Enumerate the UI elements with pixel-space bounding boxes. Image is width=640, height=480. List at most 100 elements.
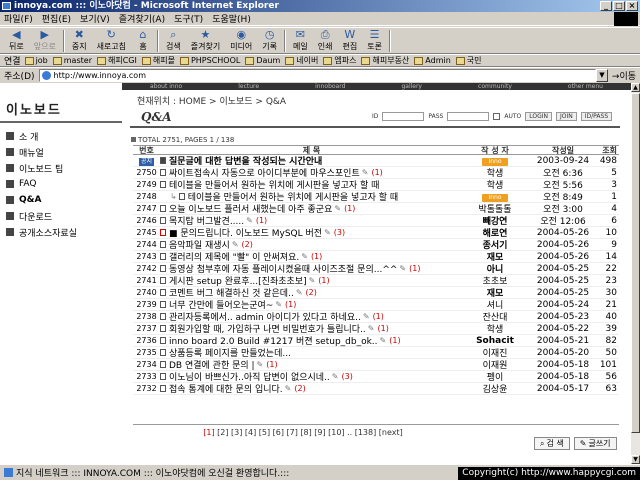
menu-item-4[interactable]: 도구(T) — [174, 12, 203, 25]
toolbar-label: 즐겨찾기 — [190, 42, 221, 51]
topnav-item-4[interactable]: community — [478, 83, 512, 90]
scroll-down-button[interactable]: ▼ — [631, 455, 640, 464]
copyright-overlay: Copyright(c) http://www.happycgi.com — [458, 467, 640, 480]
toolbar-button-3[interactable]: ↻ 새로고침 — [92, 28, 131, 53]
sidebar-item-0[interactable]: 소 개 — [6, 129, 120, 143]
close-button[interactable]: × — [626, 1, 638, 11]
link-page-icon — [245, 56, 255, 65]
comment-count: (2) — [241, 240, 253, 249]
table-row[interactable]: 2732 접속 통계에 대한 문의 입니다. ✎ (2) 김상윤 2004-05-17 63 — [133, 383, 619, 395]
address-input[interactable]: http://www.innoya.com — [38, 68, 596, 82]
window-title: innoya.com ::: 이노야닷컴 - Microsoft Interne… — [14, 1, 279, 11]
go-button[interactable]: →이동 — [612, 69, 636, 82]
row-author[interactable]: Inno — [463, 192, 527, 202]
write-button[interactable]: ✎ 글쓰기 — [573, 437, 617, 450]
topnav-item-3[interactable]: gallery — [401, 83, 422, 90]
row-author[interactable]: 학생 — [463, 178, 527, 191]
toolbar-label: 홈 — [139, 42, 147, 51]
sidebar-item-2[interactable]: 이노보드 팁 — [6, 161, 120, 175]
comment-count: (3) — [333, 228, 346, 237]
toolbar-button-5[interactable]: ⌕ 검색 — [161, 28, 186, 53]
login-button[interactable]: LOGIN — [525, 112, 553, 121]
join-button[interactable]: JOIN — [556, 112, 577, 121]
link-item-7[interactable]: 엠파스 — [323, 55, 356, 66]
sidebar-item-4[interactable]: Q&A — [6, 193, 120, 207]
toolbar-button-1[interactable]: ▶ 앞으로 — [29, 28, 61, 53]
link-item-5[interactable]: Daum — [245, 56, 280, 65]
topnav-item-2[interactable]: innoboard — [315, 83, 345, 90]
row-num: 2739 — [136, 300, 157, 309]
topnav-item-1[interactable]: lecture — [238, 83, 259, 90]
link-page-icon — [323, 56, 333, 65]
row-author[interactable]: Inno — [463, 156, 527, 166]
link-item-3[interactable]: 해피몰 — [141, 55, 175, 66]
menu-item-0[interactable]: 파일(F) — [4, 12, 33, 25]
page-current[interactable]: [1] — [203, 428, 214, 437]
row-title[interactable]: 접속 통계에 대한 문의 입니다. ✎ (2) — [160, 382, 463, 395]
row-author[interactable]: 김상윤 — [463, 382, 527, 395]
link-page-icon — [179, 56, 189, 65]
row-author[interactable]: 학생 — [463, 322, 527, 335]
address-dropdown-button[interactable]: ▼ — [595, 68, 608, 82]
sidebar-item-5[interactable]: 다운로드 — [6, 209, 120, 223]
link-item-0[interactable]: job — [24, 56, 48, 65]
row-num: 2732 — [136, 384, 157, 393]
topnav-item-5[interactable]: other menu — [568, 83, 603, 90]
history-icon: ◷ — [264, 28, 275, 41]
pass-input[interactable] — [447, 112, 490, 121]
link-item-9[interactable]: Admin — [414, 56, 451, 65]
page-title: Q&A — [141, 110, 172, 124]
auto-login-checkbox[interactable] — [493, 113, 501, 120]
toolbar-button-8[interactable]: ◷ 기록 — [257, 28, 282, 53]
toolbar-button-12[interactable]: ☰ 토론 — [362, 28, 387, 53]
toolbar-button-10[interactable]: ⎙ 인쇄 — [313, 28, 338, 53]
topnav-item-0[interactable]: about inno — [150, 83, 182, 90]
comment-icon: ✎ — [361, 168, 369, 177]
row-date: 2004-05-25 — [536, 275, 590, 286]
toolbar-label: 인쇄 — [317, 42, 333, 51]
id-input[interactable] — [382, 112, 425, 121]
menu-item-2[interactable]: 보기(V) — [80, 12, 110, 25]
page-status-icon — [4, 468, 13, 477]
sidebar-item-3[interactable]: FAQ — [6, 177, 120, 191]
bullet-icon — [6, 212, 14, 220]
link-item-2[interactable]: 해피CGI — [96, 55, 137, 66]
scroll-up-button[interactable]: ▲ — [631, 83, 640, 92]
toolbar-button-2[interactable]: ✖ 중지 — [67, 28, 92, 53]
link-item-1[interactable]: master — [52, 56, 92, 65]
maximize-button[interactable]: □ — [613, 1, 625, 11]
link-item-10[interactable]: 국민 — [455, 55, 482, 66]
menu-item-5[interactable]: 도움말(H) — [212, 12, 251, 25]
find-idpass-button[interactable]: ID/PASS — [580, 112, 613, 121]
toolbar-button-6[interactable]: ★ 즐겨찾기 — [186, 28, 225, 53]
link-label: Admin — [425, 56, 451, 65]
sidebar-item-1[interactable]: 매뉴얼 — [6, 145, 120, 159]
toolbar-button-11[interactable]: W 편집 — [338, 28, 363, 53]
toolbar-button-0[interactable]: ◀ 뒤로 — [4, 28, 29, 53]
address-label: 주소(D) — [4, 71, 35, 82]
link-item-4[interactable]: PHPSCHOOL — [179, 56, 240, 65]
search-button[interactable]: ⌕ 검 색 — [534, 437, 570, 450]
menu-item-3[interactable]: 즐겨찾기(A) — [119, 12, 165, 25]
minimize-button[interactable]: _ — [600, 1, 612, 11]
toolbar-button-4[interactable]: ⌂ 홈 — [131, 28, 155, 53]
toolbar-separator — [284, 29, 287, 52]
document-icon — [178, 193, 185, 200]
toolbar-label: 토론 — [367, 42, 382, 51]
link-item-6[interactable]: 네이버 — [285, 55, 318, 66]
link-item-8[interactable]: 해피부동산 — [361, 55, 409, 66]
row-hits: 82 — [605, 335, 617, 346]
comment-count: (1) — [377, 324, 389, 333]
link-page-icon — [414, 56, 424, 65]
row-author[interactable]: Sohacit — [463, 336, 527, 346]
scroll-thumb[interactable] — [631, 93, 640, 433]
sidebar-item-6[interactable]: 공개소스자료실 — [6, 225, 120, 239]
menu-item-1[interactable]: 편집(E) — [42, 12, 71, 25]
comment-icon: ✎ — [256, 360, 264, 369]
sidebar-item-label: 매뉴얼 — [19, 148, 44, 159]
toolbar-button-7[interactable]: ◉ 미디어 — [225, 28, 257, 53]
vertical-scrollbar[interactable]: ▲ ▼ — [631, 83, 640, 464]
toolbar-button-9[interactable]: ✉ 메일 — [288, 28, 313, 53]
page-links[interactable]: [2] [3] [4] [5] [6] [7] [8] [9] [10] .. … — [217, 428, 403, 437]
row-num: 2740 — [136, 288, 157, 297]
